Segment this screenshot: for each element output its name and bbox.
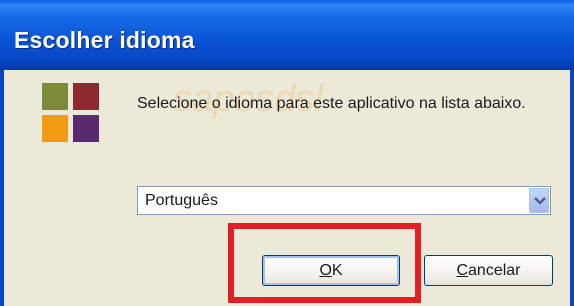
icon-square-purple (73, 115, 99, 142)
four-color-squares-icon (42, 83, 100, 143)
cancel-button[interactable]: Cancelar (424, 255, 553, 286)
cancel-accelerator: C (456, 262, 469, 279)
language-dialog: Escolher idioma saposdsl Selecione o idi… (0, 0, 574, 306)
highlight-box (228, 223, 421, 303)
window-title: Escolher idioma (14, 27, 195, 53)
language-select-value: Português (145, 192, 218, 209)
icon-square-orange (42, 115, 68, 142)
title-bar[interactable]: Escolher idioma (0, 0, 574, 70)
language-select[interactable]: Português (137, 186, 551, 215)
dropdown-button[interactable] (529, 188, 549, 213)
prompt-text: Selecione o idioma para este aplicativo … (137, 95, 526, 112)
icon-square-maroon (73, 83, 99, 110)
cancel-label-rest: ancelar (468, 262, 521, 279)
window-border-right (570, 70, 574, 306)
chevron-down-icon (534, 197, 546, 205)
window-border-left (0, 70, 4, 306)
icon-square-olive (42, 83, 68, 110)
